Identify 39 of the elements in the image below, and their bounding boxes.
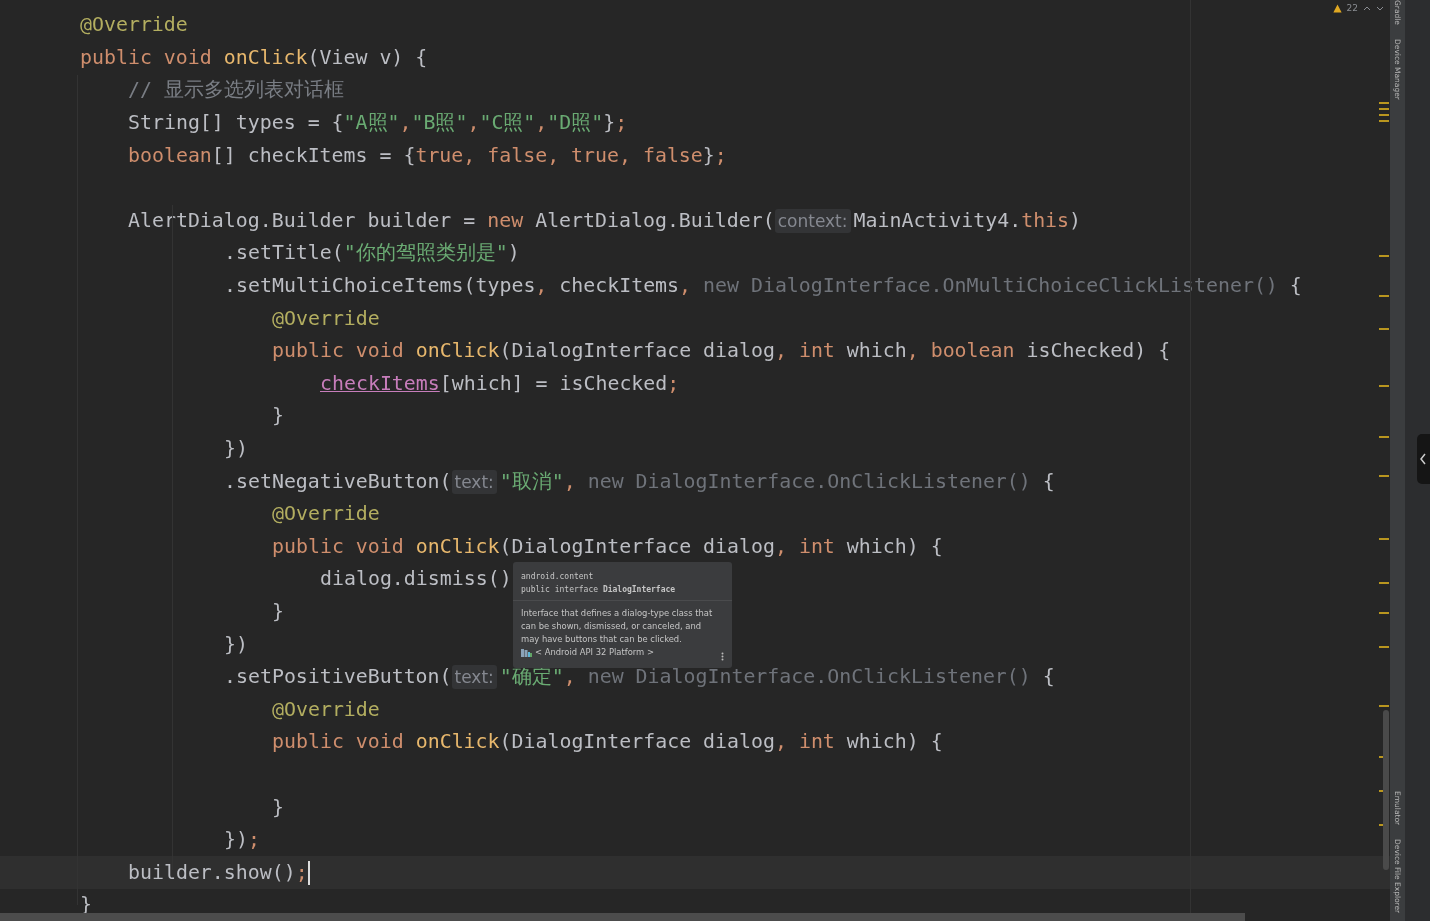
code-line: } (272, 403, 284, 430)
declaration-text: public interface DialogInterface (521, 583, 677, 596)
code-line: public void onClick(DialogInterface dialog, int which) { (272, 729, 943, 756)
code-line: dialog.dismiss() (320, 566, 512, 593)
code-line: }) (224, 631, 248, 658)
code-line: } (272, 599, 284, 625)
code-line: public void onClick(DialogInterface dialog, int which, boolean isChecked) { (272, 338, 1171, 365)
code-line: // 显示多选列表对话框 (128, 77, 344, 104)
code-line: builder.show(); (128, 859, 308, 886)
code-line: } (272, 794, 284, 821)
code-line: @Override (272, 501, 380, 528)
description-text: Interface that defines a dialog-type class that can be shown, dismissed, or canceled, and may have buttons that can be clicked. (520, 607, 714, 646)
code-line: boolean[] checkItems = {true, false, true, false}; (128, 142, 727, 169)
more-options-icon[interactable] (721, 652, 724, 661)
warning-icon[interactable] (1332, 3, 1342, 13)
code-line: String[] types = {"A照","B照","C照","D照"}; (128, 110, 628, 137)
code-line: AlertDialog.Builder builder = new AlertDialog.Builder(context: MainActivity4.this) (128, 207, 1082, 234)
code-line: public void onClick(View v) { (80, 44, 428, 71)
code-line: }); (224, 827, 260, 854)
text-cursor (307, 860, 310, 885)
source-link[interactable]: < Android API 32 Platform > (535, 647, 654, 657)
code-line: public void onClick(DialogInterface dialog, int which) { (272, 533, 943, 560)
scrollbar-thumb[interactable] (1383, 710, 1389, 870)
warning-count: 22 (1346, 3, 1358, 13)
code-line: .setTitle("你的驾照类别是") (224, 240, 520, 267)
chevron-down-icon[interactable] (1376, 5, 1384, 11)
package-name: android.content (521, 571, 595, 583)
chevron-left-icon (1419, 453, 1427, 465)
code-line: @Override (272, 305, 380, 332)
code-line: .setMultiChoiceItems(types, checkItems, new DialogInterface.OnMultiChoiceClickListener() { (224, 273, 1302, 300)
code-line: checkItems[which] = isChecked; (320, 370, 680, 397)
code-line: }) (224, 436, 248, 462)
library-icon (521, 647, 532, 657)
code-line: .setNegativeButton(text: "取消", new DialogInterface.OnClickListener() { (224, 468, 1055, 495)
code-line: .setPositiveButton(text: "确定", new DialogInterface.OnClickListener() { (224, 664, 1055, 691)
code-line: @Override (80, 12, 188, 39)
code-line: @Override (272, 696, 380, 723)
chevron-up-icon[interactable] (1363, 5, 1371, 11)
horizontal-scrollbar[interactable] (0, 913, 1245, 921)
